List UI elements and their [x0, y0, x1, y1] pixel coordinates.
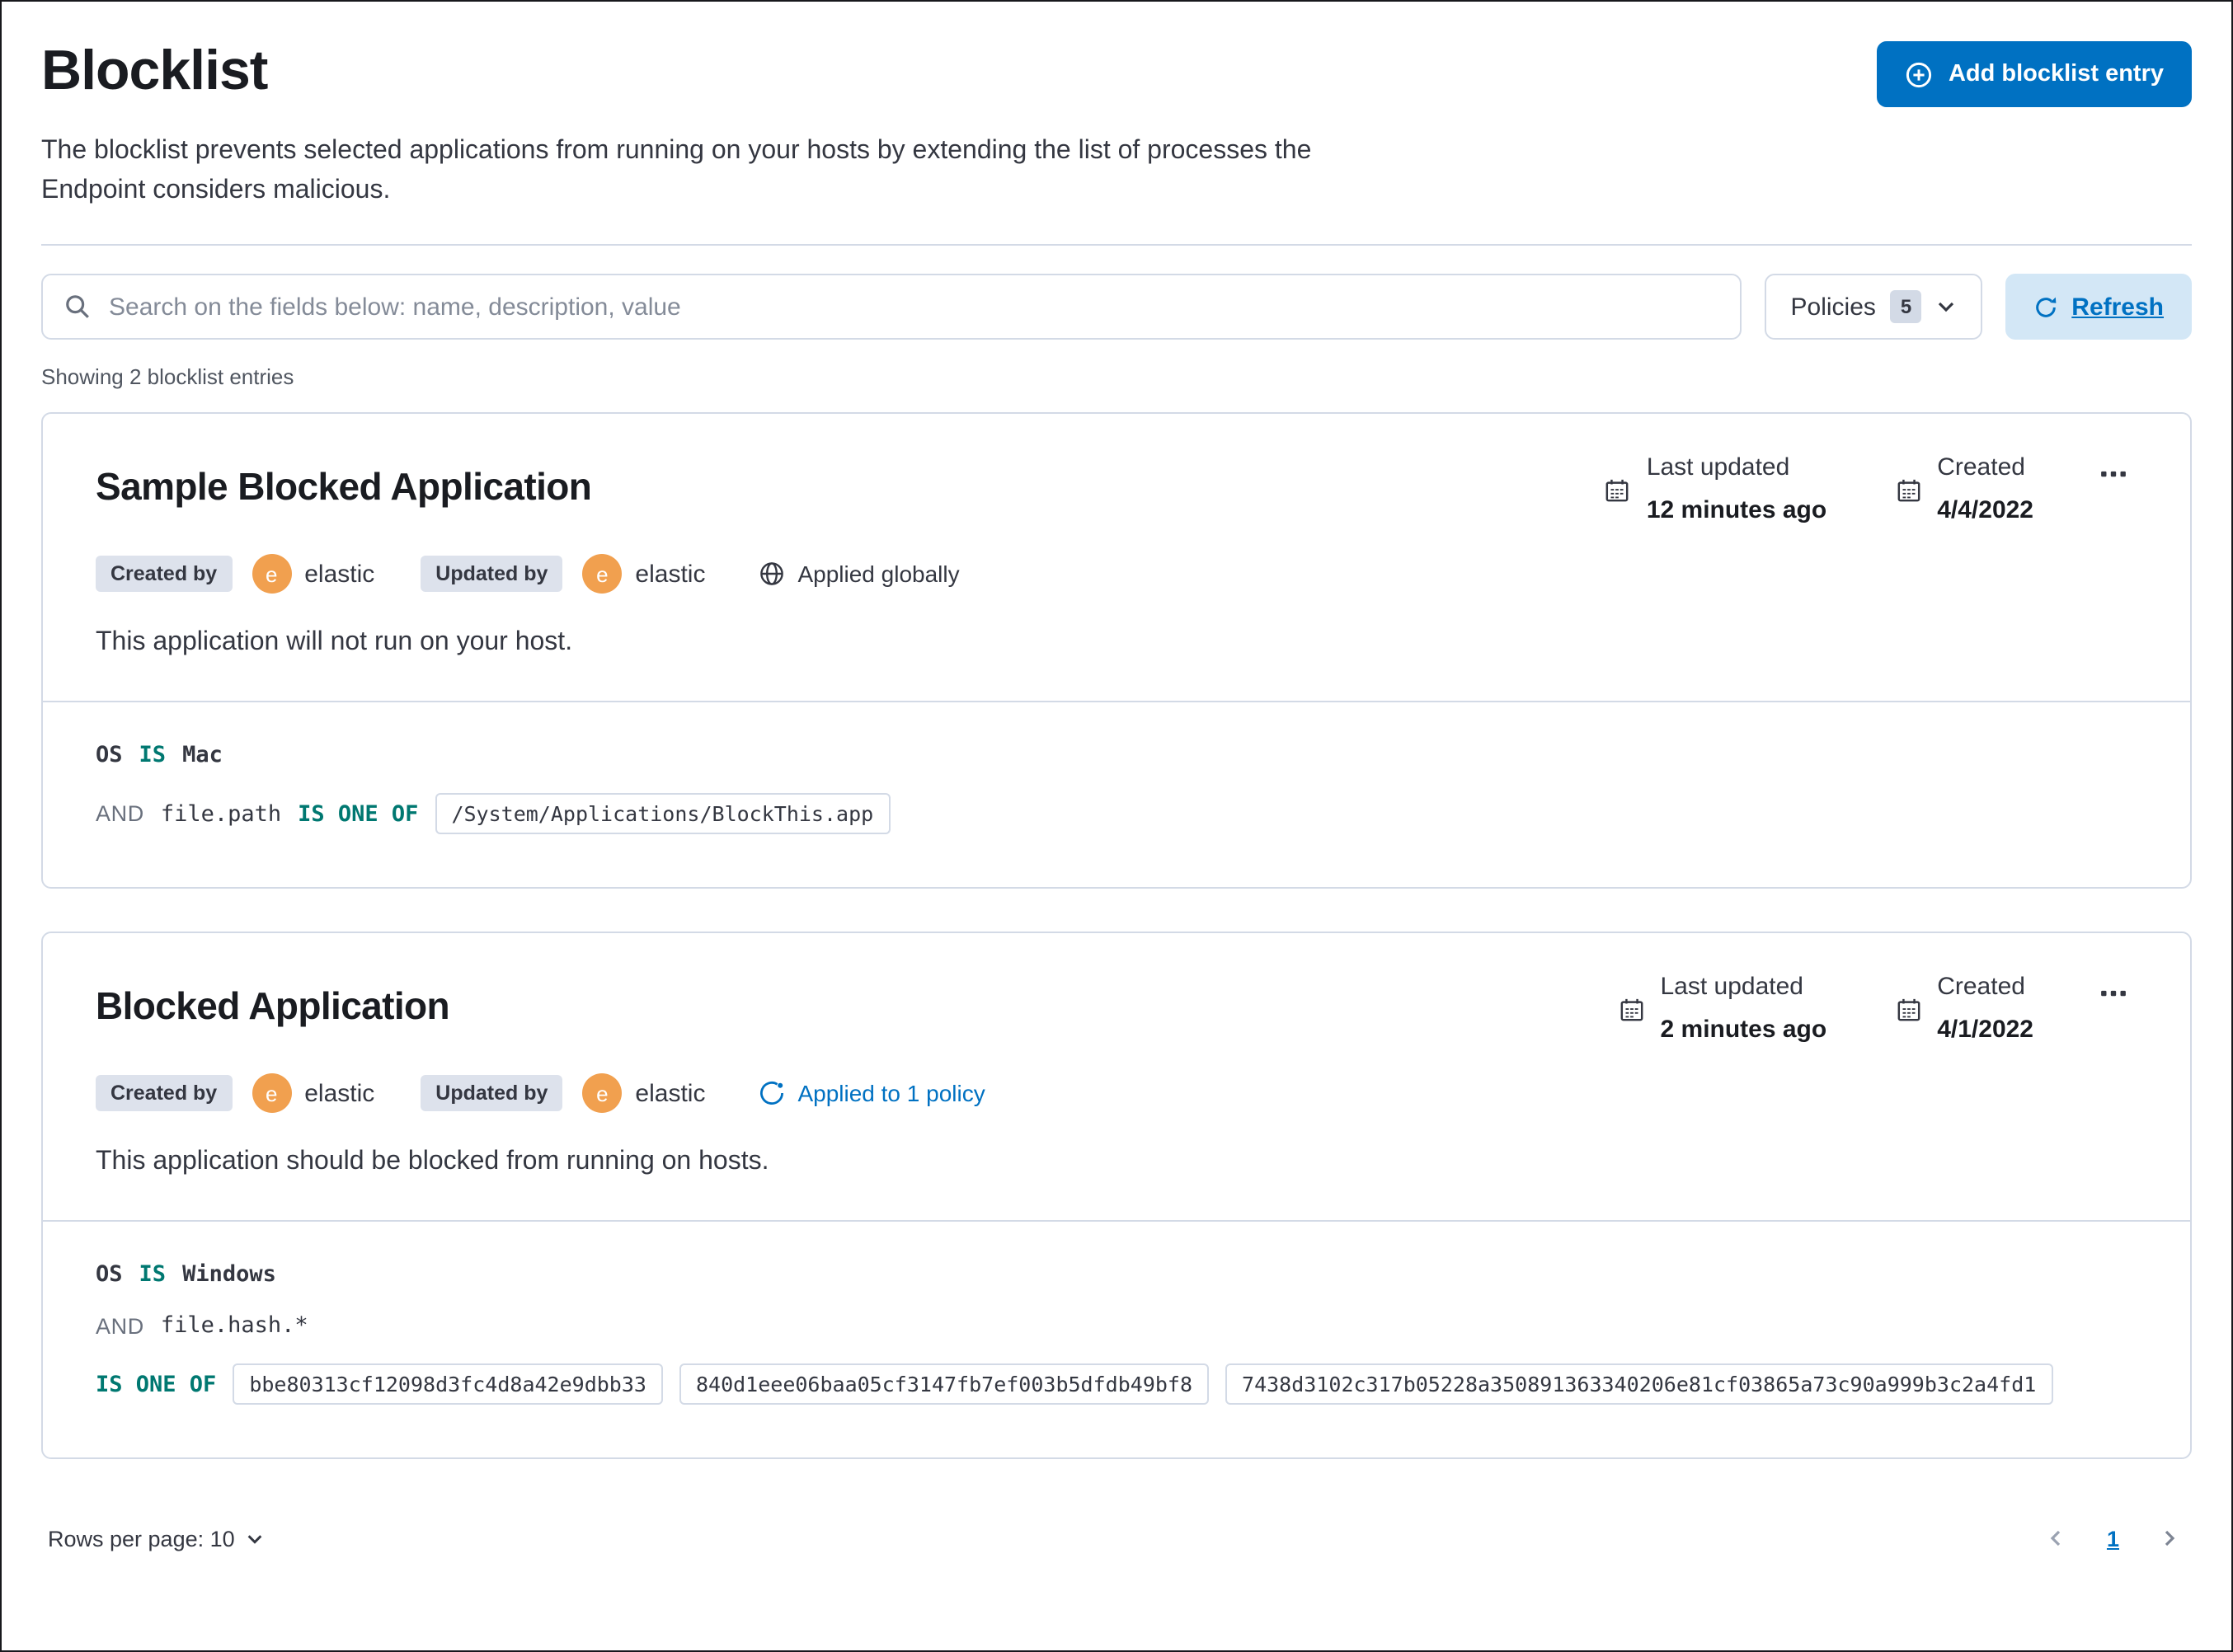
chevron-left-icon — [2047, 1528, 2067, 1548]
applied-policy-text: Applied to 1 policy — [797, 1080, 985, 1106]
chevron-right-icon — [2159, 1528, 2179, 1548]
calendar-icon — [1896, 976, 1920, 1044]
updated-by-badge: Updated by — [421, 1075, 563, 1111]
last-updated-meta: Last updated 2 minutes ago — [1620, 973, 1827, 1044]
created-by-badge: Created by — [96, 1075, 233, 1111]
user-avatar: e — [252, 554, 292, 594]
page-description: The blocklist prevents selected applicat… — [41, 137, 1312, 204]
next-page-button[interactable] — [2152, 1522, 2185, 1555]
last-updated-value: 12 minutes ago — [1646, 496, 1827, 524]
policies-count-badge: 5 — [1890, 290, 1922, 323]
entry-title: Blocked Application — [96, 984, 450, 1027]
applied-globally-indicator: Applied globally — [758, 561, 960, 587]
policy-coverage-icon — [758, 1080, 784, 1106]
calendar-icon — [1620, 976, 1644, 1044]
criteria-os-value: Mac — [182, 742, 223, 768]
entry-actions-button[interactable] — [2090, 450, 2137, 503]
table-footer: Rows per page: 10 1 — [41, 1522, 2192, 1555]
criteria-field: file.hash.* — [160, 1312, 308, 1339]
chevron-down-icon — [247, 1529, 265, 1547]
pagination: 1 — [2041, 1522, 2185, 1555]
created-by-username: elastic — [304, 560, 375, 588]
last-updated-label: Last updated — [1646, 453, 1790, 481]
entry-description: This application will not run on your ho… — [96, 628, 573, 656]
created-meta: Created 4/1/2022 — [1896, 973, 2033, 1044]
add-blocklist-entry-button[interactable]: Add blocklist entry — [1877, 41, 2192, 107]
updated-by-badge: Updated by — [421, 556, 563, 592]
criteria-os-operator: IS — [139, 742, 167, 768]
page-number-button[interactable]: 1 — [2107, 1526, 2119, 1551]
entry-description: This application should be blocked from … — [96, 1147, 769, 1176]
previous-page-button[interactable] — [2041, 1522, 2074, 1555]
boxes-horizontal-icon — [2099, 979, 2127, 1007]
created-label: Created — [1937, 453, 2025, 481]
updated-by-username: elastic — [635, 1079, 706, 1107]
created-meta: Created 4/4/2022 — [1896, 453, 2033, 524]
entry-badges-row: Created by e elastic Updated by e elasti… — [96, 554, 2137, 594]
entry-title: Sample Blocked Application — [96, 465, 592, 508]
created-by-username: elastic — [304, 1079, 375, 1107]
criteria-os-value: Windows — [182, 1261, 276, 1288]
criteria-and-label: AND — [96, 801, 144, 826]
rows-per-page-label: Rows per page: 10 — [48, 1526, 235, 1551]
criteria-operator: IS ONE OF — [96, 1371, 217, 1397]
entry-criteria: OS IS Windows AND file.hash.* IS ONE OF … — [43, 1222, 2190, 1457]
globe-icon — [758, 561, 784, 587]
search-input[interactable] — [106, 291, 1718, 322]
policies-filter-label: Policies — [1790, 293, 1876, 321]
criteria-and-label: AND — [96, 1313, 144, 1338]
entry-criteria: OS IS Mac AND file.path IS ONE OF /Syste… — [43, 702, 2190, 887]
boxes-horizontal-icon — [2099, 460, 2127, 488]
entry-actions-button[interactable] — [2090, 969, 2137, 1022]
entry-meta: Last updated 2 minutes ago Created 4/1/2… — [1550, 973, 2138, 1044]
criteria-value-pill: 840d1eee06baa05cf3147fb7ef003b5dfdb49bf8 — [679, 1363, 1210, 1405]
criteria-operator: IS ONE OF — [298, 800, 419, 827]
created-by-badge: Created by — [96, 556, 233, 592]
screenshot-stage: Blocklist Add blocklist entry The blockl… — [0, 0, 2233, 1652]
last-updated-value: 2 minutes ago — [1660, 1016, 1827, 1044]
last-updated-label: Last updated — [1660, 973, 1804, 1001]
refresh-label: Refresh — [2071, 293, 2164, 321]
blocklist-page: Blocklist Add blocklist entry The blockl… — [0, 0, 2233, 1652]
page-header: Blocklist Add blocklist entry — [41, 31, 2192, 107]
applied-policy-link[interactable]: Applied to 1 policy — [758, 1080, 985, 1106]
user-avatar: e — [582, 554, 623, 594]
criteria-field: file.path — [160, 800, 282, 827]
add-blocklist-entry-label: Add blocklist entry — [1948, 61, 2164, 87]
created-value: 4/1/2022 — [1937, 1016, 2033, 1044]
criteria-value-pill: /System/Applications/BlockThis.app — [435, 793, 891, 834]
user-avatar: e — [582, 1073, 623, 1113]
plus-circle-icon — [1906, 60, 1934, 88]
refresh-button[interactable]: Refresh — [2005, 274, 2192, 340]
page-title: Blocklist — [41, 40, 268, 102]
entry-meta: Last updated 12 minutes ago Created 4/4/… — [1536, 453, 2137, 524]
search-icon — [64, 293, 91, 320]
applied-globally-text: Applied globally — [797, 561, 960, 587]
blocklist-entry-card: Blocked Application Last updated 2 minut… — [41, 932, 2192, 1459]
entry-badges-row: Created by e elastic Updated by e elasti… — [96, 1073, 2137, 1113]
criteria-os-operator: IS — [139, 1261, 167, 1288]
criteria-os-field: OS — [96, 742, 123, 768]
user-avatar: e — [252, 1073, 292, 1113]
calendar-icon — [1605, 457, 1630, 524]
search-box — [41, 274, 1742, 340]
refresh-icon — [2033, 294, 2058, 319]
rows-per-page-button[interactable]: Rows per page: 10 — [48, 1526, 265, 1551]
policies-filter-button[interactable]: Policies 5 — [1764, 274, 1983, 340]
chevron-down-icon — [1936, 297, 1956, 317]
created-value: 4/4/2022 — [1937, 496, 2033, 524]
blocklist-entry-card: Sample Blocked Application Last updated … — [41, 412, 2192, 889]
results-count: Showing 2 blocklist entries — [41, 364, 294, 389]
last-updated-meta: Last updated 12 minutes ago — [1605, 453, 1826, 524]
header-divider — [41, 244, 2192, 246]
criteria-value-pill: 7438d3102c317b05228a350891363340206e81cf… — [1225, 1363, 2053, 1405]
calendar-icon — [1896, 457, 1920, 524]
criteria-os-field: OS — [96, 1261, 123, 1288]
updated-by-username: elastic — [635, 560, 706, 588]
created-label: Created — [1937, 973, 2025, 1001]
controls-bar: Policies 5 Refresh — [41, 274, 2192, 340]
criteria-value-pill: bbe80313cf12098d3fc4d8a42e9dbb33 — [233, 1363, 663, 1405]
